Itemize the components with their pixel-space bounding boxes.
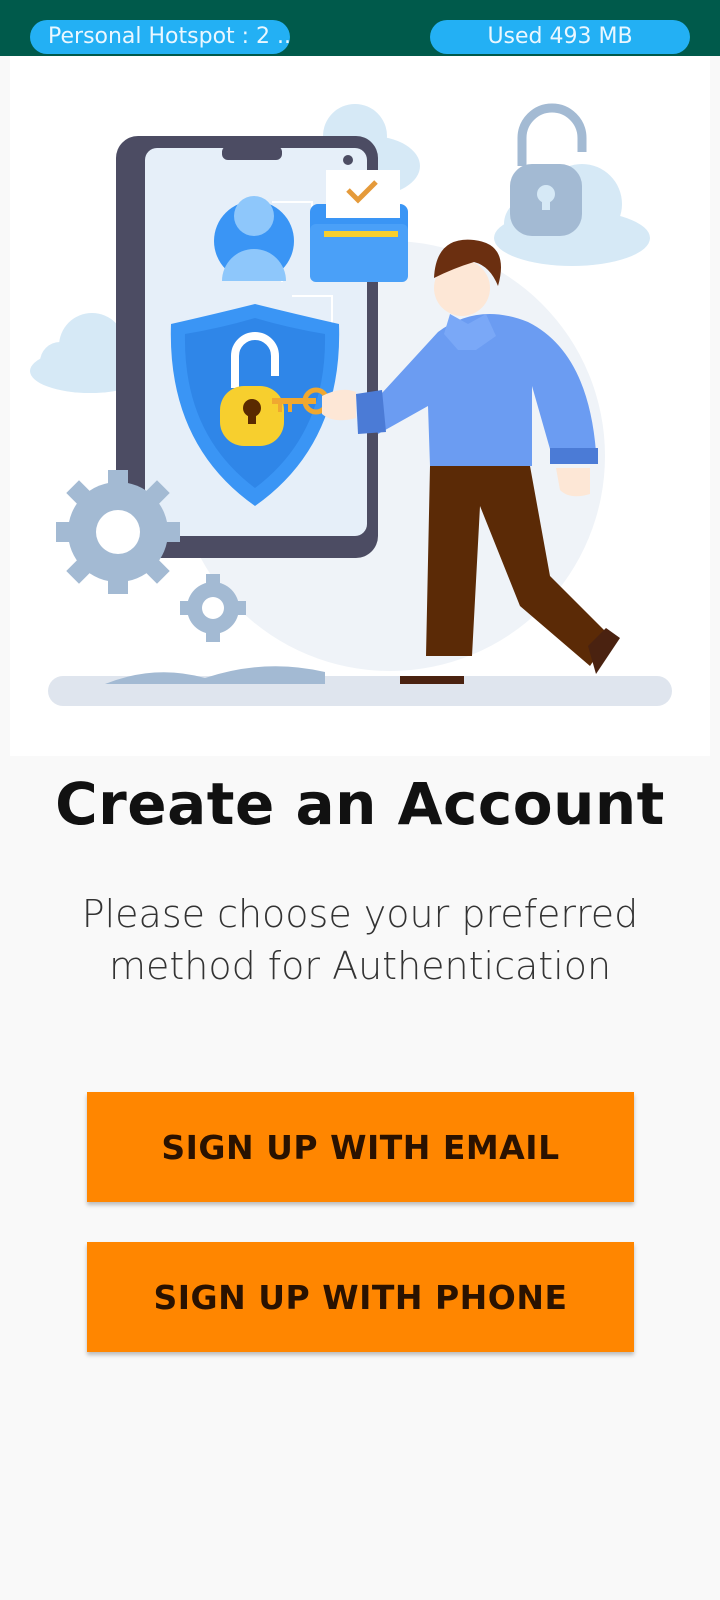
hotspot-indicator[interactable]: Personal Hotspot : 2 ...	[30, 20, 290, 54]
ground-wave	[105, 666, 325, 684]
padlock-icon	[510, 103, 587, 236]
data-usage-indicator[interactable]: Used 493 MB	[430, 20, 690, 54]
page-title: Create an Account	[55, 770, 665, 838]
status-bar: Personal Hotspot : 2 ... Used 493 MB	[0, 0, 720, 56]
security-illustration	[10, 56, 710, 756]
sign-up-phone-button[interactable]: SIGN UP WITH PHONE	[87, 1242, 634, 1352]
sign-up-email-button[interactable]: SIGN UP WITH EMAIL	[87, 1092, 634, 1202]
page-subtitle: Please choose your preferred method for …	[81, 892, 639, 988]
